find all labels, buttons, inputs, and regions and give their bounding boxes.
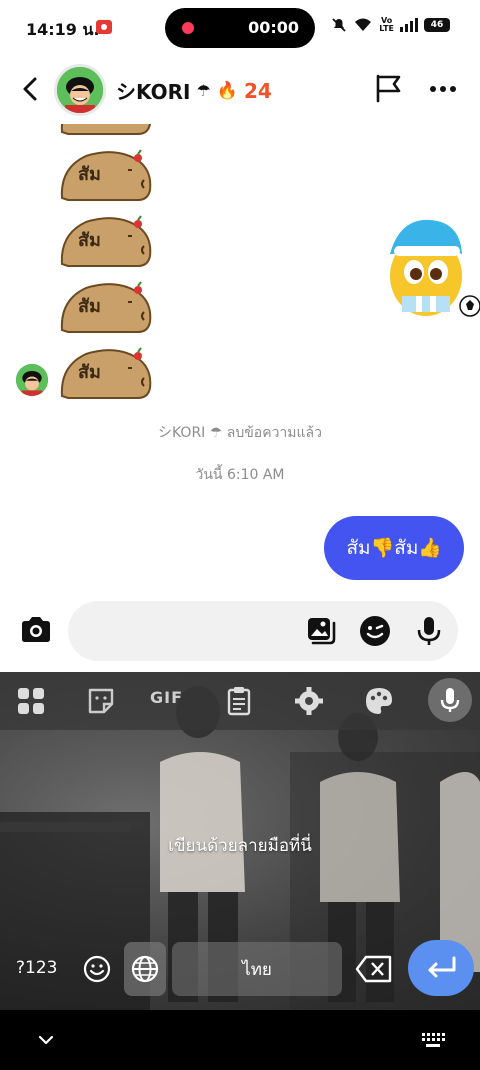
umbrella-icon: ☂ (196, 81, 211, 100)
chat-area[interactable]: สัม สัม สัม สัม シKORI ☂ ลบข้อความแล้ว วั… (0, 124, 480, 594)
volte-label: Vo LTE (379, 16, 394, 33)
sticker-icon[interactable] (84, 684, 118, 718)
gallery-icon[interactable] (304, 614, 338, 648)
message-input-container[interactable] (68, 601, 458, 661)
flag-icon[interactable] (372, 72, 404, 104)
screen-record-icon (96, 20, 112, 34)
handwriting-hint: เขียนด้วยลายมือที่นี่ (168, 836, 312, 856)
chat-header: シKORI ☂ 🔥 24 (0, 56, 480, 124)
keyboard-switch-icon[interactable] (420, 1030, 446, 1050)
outgoing-message-bubble[interactable]: สัม👎สัม👍 (324, 516, 464, 580)
avatar-illustration (57, 67, 103, 113)
capybara-sticker-image (60, 124, 152, 135)
handwriting-keyboard[interactable]: GIF เขียนด้วยลายมือที่นี่ ?123 ไทย (0, 672, 480, 1010)
sticker-label: สัม (78, 164, 101, 185)
capybara-sticker[interactable]: สัม (58, 338, 154, 402)
space-key[interactable]: ไทย (172, 942, 342, 996)
wifi-icon (355, 18, 372, 31)
gif-button[interactable]: GIF (150, 688, 190, 722)
keyboard-toolbar: GIF (0, 672, 480, 730)
signal-icon (400, 18, 418, 32)
hide-keyboard-chevron-icon[interactable] (34, 1030, 58, 1050)
globe-icon (131, 955, 159, 983)
sticker-label: สัม (78, 296, 101, 317)
contact-name: シKORI (116, 80, 191, 104)
capybara-sticker-image (60, 347, 152, 399)
symbols-key[interactable]: ?123 (16, 958, 57, 978)
record-dot-icon (182, 22, 194, 34)
settings-gear-icon[interactable] (292, 684, 326, 718)
emoji-key-icon[interactable] (82, 954, 112, 984)
theme-palette-icon[interactable] (362, 684, 396, 718)
contact-avatar[interactable] (54, 64, 106, 116)
capybara-sticker-cut[interactable] (58, 124, 154, 138)
keyboard-mic-icon (440, 688, 460, 712)
capybara-sticker[interactable]: สัม (58, 272, 154, 336)
capybara-sticker[interactable]: สัม (58, 140, 154, 204)
microphone-icon[interactable] (412, 614, 446, 648)
chat-timestamp: วันนี้ 6:10 AM (195, 467, 285, 483)
status-icons: Vo LTE 46 (331, 17, 450, 33)
streak-count: 24 (243, 78, 272, 103)
capybara-sticker-image (60, 281, 152, 333)
capybara-sticker-image (60, 215, 152, 267)
mute-icon (332, 18, 346, 32)
contact-name-row[interactable]: シKORI ☂ 🔥 24 (116, 76, 272, 105)
character-sticker[interactable] (380, 214, 480, 326)
sender-avatar[interactable] (16, 364, 48, 396)
streak-fire-icon: 🔥 (216, 80, 238, 101)
voice-input-button[interactable] (428, 678, 472, 722)
clipboard-icon[interactable] (222, 684, 256, 718)
capybara-sticker-image (60, 149, 152, 201)
language-switch-key[interactable] (124, 942, 166, 996)
recording-pill[interactable]: 00:00 (165, 8, 315, 48)
system-nav-bar (0, 1010, 480, 1070)
avatar-illustration (16, 364, 48, 396)
message-input[interactable] (86, 611, 296, 651)
battery-icon: 46 (424, 18, 450, 32)
sticker-label: สัม (78, 230, 101, 251)
message-composer (0, 594, 480, 672)
character-sticker-image (390, 219, 480, 317)
enter-arrow-icon (428, 956, 456, 978)
back-arrow-icon[interactable] (16, 74, 46, 104)
sticker-emoji-icon[interactable] (358, 614, 392, 648)
status-bar: 14:19 น. 00:00 Vo LTE 46 (0, 0, 480, 56)
sticker-label: สัม (78, 362, 101, 383)
capybara-sticker[interactable]: สัม (58, 206, 154, 270)
enter-key[interactable] (408, 940, 474, 996)
keyboard-bottom-row: ?123 ไทย (0, 940, 480, 1000)
outgoing-message-text: สัม👎สัม👍 (346, 537, 442, 559)
backspace-icon[interactable] (354, 952, 394, 986)
more-options-icon[interactable] (428, 74, 458, 104)
apps-grid-icon[interactable] (14, 684, 48, 718)
status-time: 14:19 น. (26, 20, 100, 39)
deleted-message-notice: シKORI ☂ ลบข้อความแล้ว (158, 425, 322, 441)
camera-icon[interactable] (18, 612, 54, 648)
record-timer: 00:00 (248, 18, 299, 37)
